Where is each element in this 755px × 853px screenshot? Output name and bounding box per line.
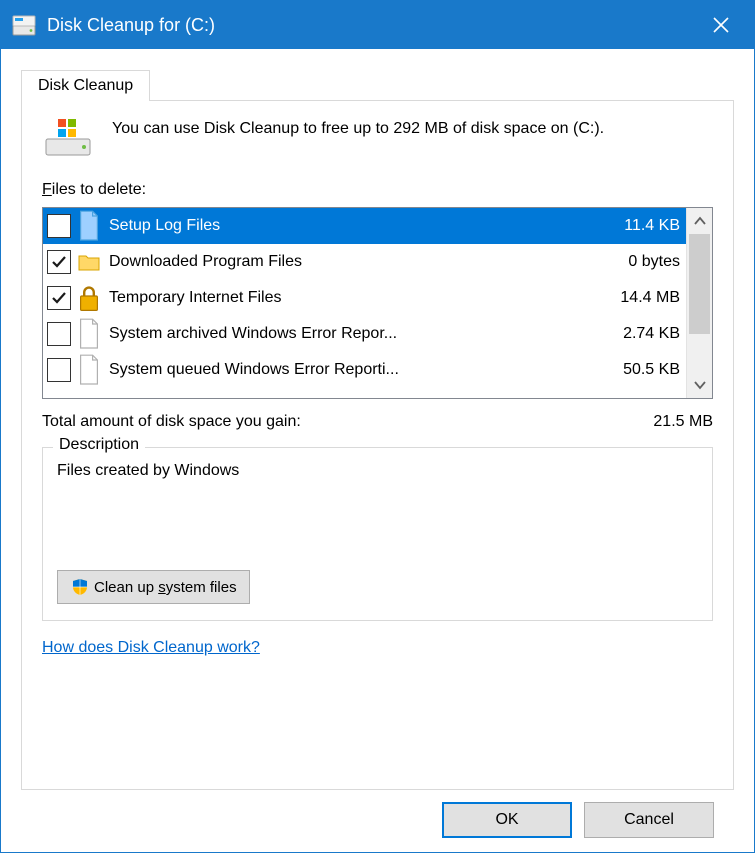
tab-panel: You can use Disk Cleanup to free up to 2…: [21, 100, 734, 790]
disk-cleanup-window: Disk Cleanup for (C:) Disk Cleanup: [0, 0, 755, 853]
file-name: System archived Windows Error Repor...: [109, 325, 590, 343]
file-type-icon: [77, 248, 101, 276]
scroll-thumb[interactable]: [689, 234, 710, 334]
file-type-icon: [77, 212, 101, 240]
dialog-button-row: OK Cancel: [21, 790, 734, 838]
file-checkbox[interactable]: [47, 214, 71, 238]
close-icon: [713, 17, 729, 33]
file-size: 14.4 MB: [600, 289, 680, 307]
intro-row: You can use Disk Cleanup to free up to 2…: [42, 117, 713, 159]
file-name: Downloaded Program Files: [109, 253, 590, 271]
shield-icon: [70, 577, 90, 597]
file-type-icon: [77, 320, 101, 348]
description-text: Files created by Windows: [57, 462, 698, 480]
file-size: 2.74 KB: [600, 325, 680, 343]
ok-button[interactable]: OK: [442, 802, 572, 838]
file-name: Setup Log Files: [109, 217, 590, 235]
file-type-icon: [77, 356, 101, 384]
file-name: System queued Windows Error Reporti...: [109, 361, 590, 379]
help-link[interactable]: How does Disk Cleanup work?: [42, 639, 713, 657]
chevron-down-icon: [694, 380, 706, 390]
total-value: 21.5 MB: [653, 413, 713, 431]
close-button[interactable]: [694, 1, 748, 49]
file-checkbox[interactable]: [47, 286, 71, 310]
file-list-row[interactable]: Downloaded Program Files 0 bytes: [43, 244, 686, 280]
drive-icon: [11, 12, 37, 38]
file-name: Temporary Internet Files: [109, 289, 590, 307]
file-list: Setup Log Files 11.4 KB Downloaded Program…: [42, 207, 713, 399]
file-list-row[interactable]: System archived Windows Error Repor... 2.…: [43, 316, 686, 352]
description-group: Description Files created by Windows Cle…: [42, 447, 713, 621]
file-type-icon: [77, 284, 101, 312]
client-area: Disk Cleanup You can u: [1, 49, 754, 852]
file-size: 0 bytes: [600, 253, 680, 271]
window-title: Disk Cleanup for (C:): [47, 15, 694, 36]
clean-up-system-files-button[interactable]: Clean up system files: [57, 570, 250, 604]
scroll-up-button[interactable]: [687, 208, 712, 234]
chevron-up-icon: [694, 216, 706, 226]
file-checkbox[interactable]: [47, 322, 71, 346]
tab-strip: Disk Cleanup: [21, 69, 734, 100]
cancel-button[interactable]: Cancel: [584, 802, 714, 838]
tab-disk-cleanup[interactable]: Disk Cleanup: [21, 70, 150, 101]
intro-text: You can use Disk Cleanup to free up to 2…: [112, 117, 604, 159]
total-row: Total amount of disk space you gain: 21.…: [42, 413, 713, 431]
file-list-row[interactable]: Temporary Internet Files 14.4 MB: [43, 280, 686, 316]
cleanup-drive-icon: [42, 117, 94, 159]
cleanup-button-label: Clean up system files: [94, 579, 237, 596]
file-checkbox[interactable]: [47, 250, 71, 274]
file-size: 50.5 KB: [600, 361, 680, 379]
file-list-row[interactable]: System queued Windows Error Reporti... 50…: [43, 352, 686, 388]
titlebar: Disk Cleanup for (C:): [1, 1, 754, 49]
scrollbar[interactable]: [686, 208, 712, 398]
file-checkbox[interactable]: [47, 358, 71, 382]
description-legend: Description: [53, 436, 145, 454]
total-label: Total amount of disk space you gain:: [42, 413, 301, 431]
file-list-row[interactable]: Setup Log Files 11.4 KB: [43, 208, 686, 244]
files-to-delete-label: Files to delete:: [42, 181, 713, 199]
scroll-track[interactable]: [687, 234, 712, 372]
scroll-down-button[interactable]: [687, 372, 712, 398]
file-size: 11.4 KB: [600, 217, 680, 235]
